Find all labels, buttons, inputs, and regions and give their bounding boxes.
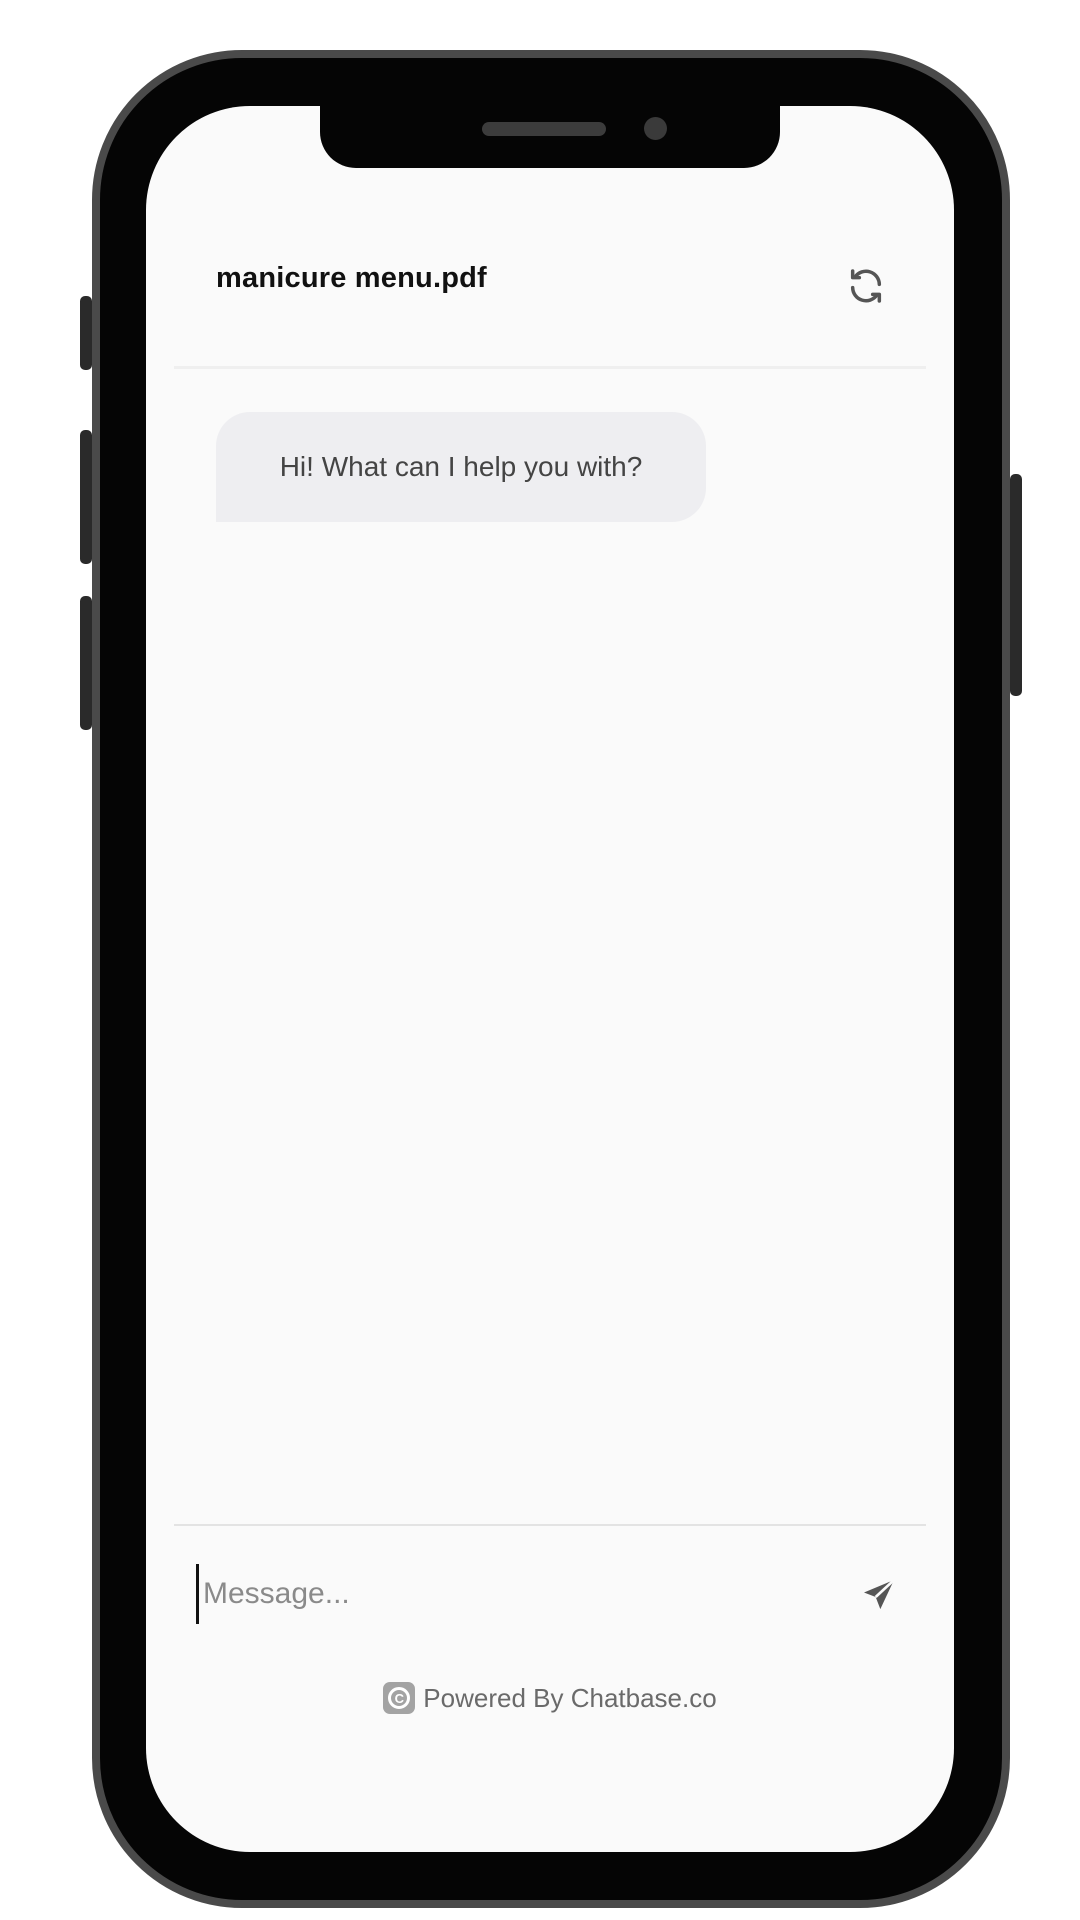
message-composer bbox=[174, 1524, 926, 1656]
refresh-button[interactable] bbox=[844, 264, 888, 308]
send-icon bbox=[864, 1579, 895, 1610]
power-button bbox=[1010, 474, 1022, 696]
powered-by-footer[interactable]: C Powered By Chatbase.co bbox=[174, 1668, 926, 1728]
assistant-message: Hi! What can I help you with? bbox=[216, 412, 706, 522]
mute-switch bbox=[80, 296, 92, 370]
speaker-grille bbox=[482, 122, 606, 136]
volume-up-button bbox=[80, 430, 92, 564]
chat-title: manicure menu.pdf bbox=[216, 262, 487, 294]
send-button[interactable] bbox=[854, 1570, 904, 1620]
powered-by-text: Powered By Chatbase.co bbox=[423, 1682, 717, 1713]
phone-screen: manicure menu.pdf Hi! What can I help yo… bbox=[146, 106, 954, 1852]
message-list: Hi! What can I help you with? bbox=[174, 370, 926, 1620]
phone-notch bbox=[320, 106, 780, 168]
chat-header: manicure menu.pdf bbox=[174, 206, 926, 369]
chatbase-logo-letter: C bbox=[388, 1687, 411, 1709]
volume-down-button bbox=[80, 596, 92, 730]
front-camera bbox=[644, 117, 667, 140]
refresh-icon bbox=[850, 269, 882, 303]
stage: manicure menu.pdf Hi! What can I help yo… bbox=[0, 0, 1080, 1920]
assistant-message-text: Hi! What can I help you with? bbox=[279, 451, 643, 482]
chatbase-logo-icon: C bbox=[383, 1682, 416, 1714]
message-input[interactable] bbox=[196, 1564, 823, 1624]
